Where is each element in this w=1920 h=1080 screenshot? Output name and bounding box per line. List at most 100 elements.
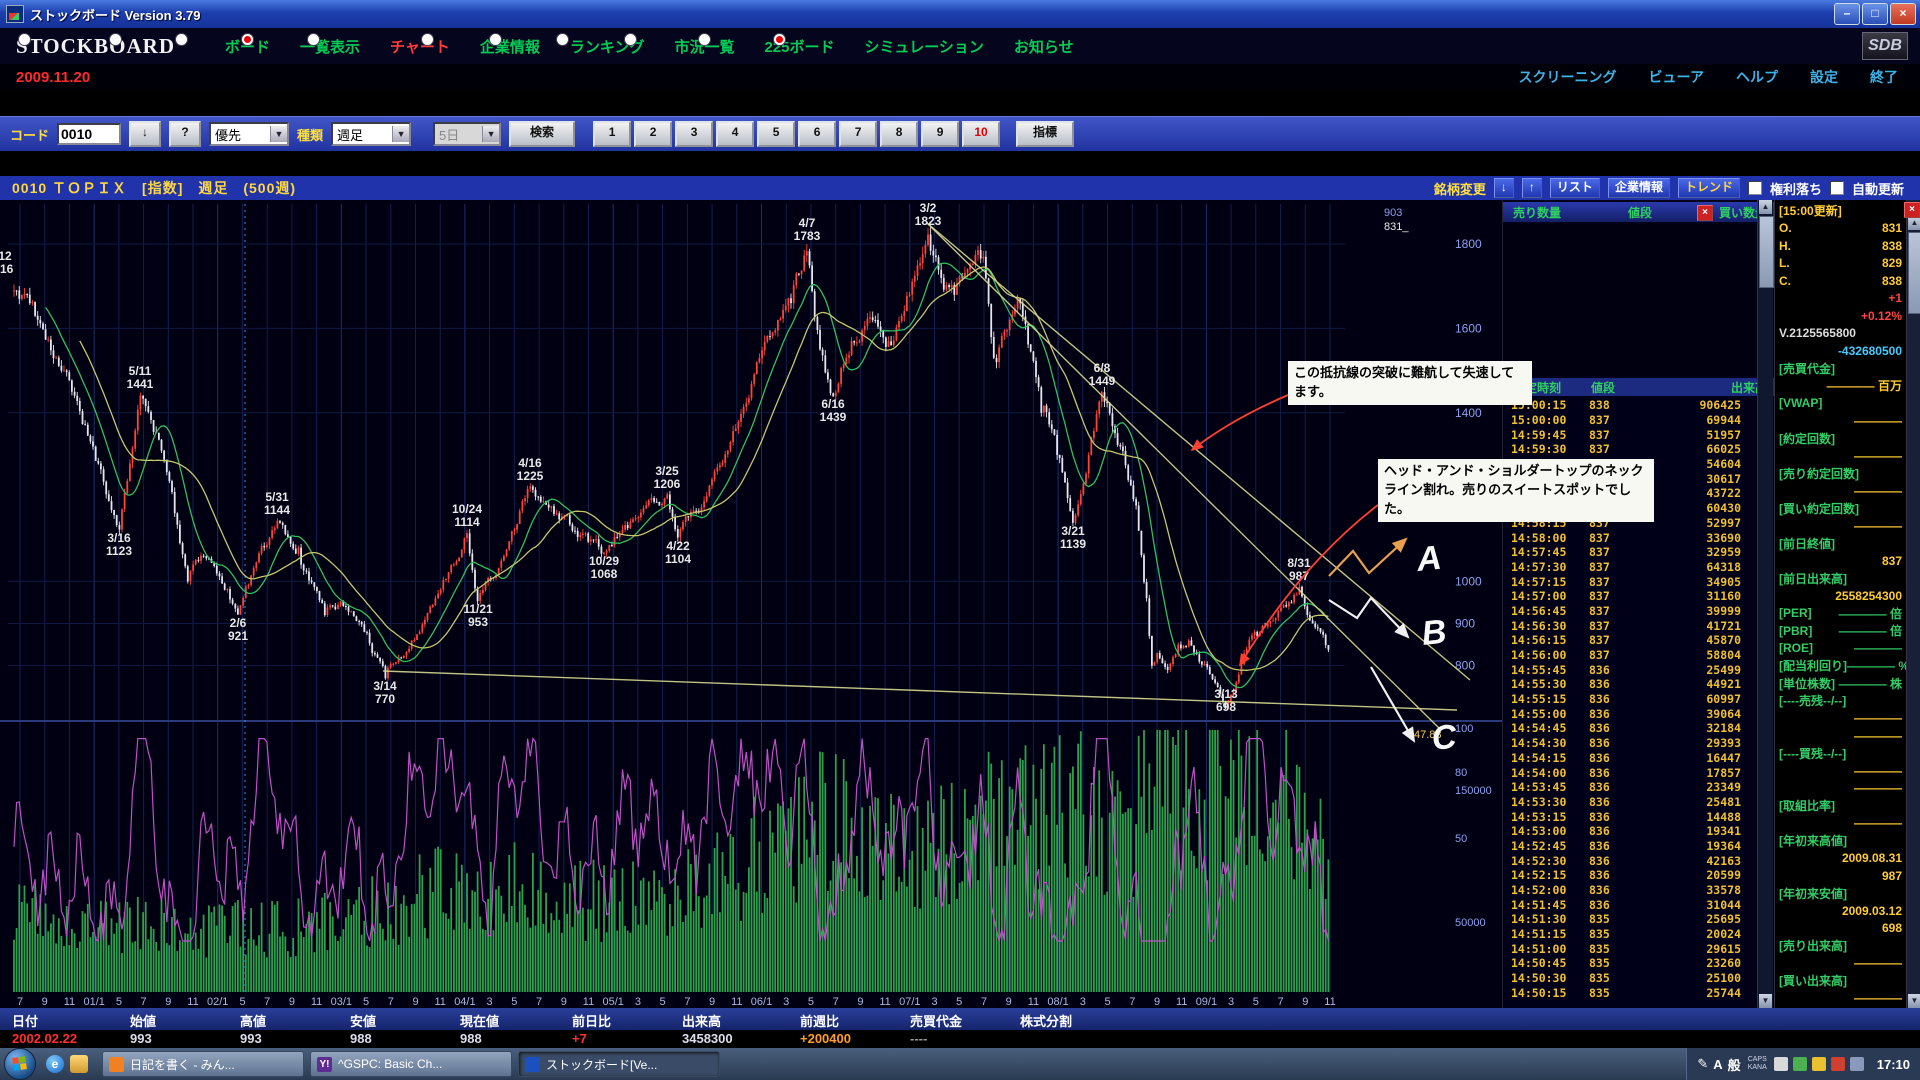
page-button-6[interactable]: 6 <box>798 121 836 147</box>
tick-price: 836 <box>1589 677 1653 691</box>
tray-icon[interactable] <box>1850 1057 1864 1071</box>
taskbar-clock[interactable]: 17:10 <box>1871 1057 1910 1072</box>
quote-label: V.2125565800 <box>1779 326 1856 340</box>
ime-indicator[interactable]: ✎ A 般 <box>1697 1055 1740 1074</box>
svg-text:831_: 831_ <box>1384 221 1409 233</box>
tick-volume: 31044 <box>1706 898 1757 912</box>
quote-row: ―――― <box>1775 727 1906 745</box>
tick-price: 836 <box>1589 707 1653 721</box>
tray-icon[interactable] <box>1774 1057 1788 1071</box>
page-button-2[interactable]: 2 <box>634 121 672 147</box>
tick-price: 836 <box>1589 898 1653 912</box>
tick-volume: 31160 <box>1706 589 1757 603</box>
chart-annotation-neckline: ヘッド・アンド・ショルダートップのネックライン割れ。売りのスイートスポットでした… <box>1378 459 1654 522</box>
trend-button[interactable]: トレンド <box>1678 178 1740 198</box>
quote-row: 837 <box>1775 552 1906 570</box>
page-button-7[interactable]: 7 <box>839 121 877 147</box>
sdb-logo: SDB <box>1862 32 1908 60</box>
tick-volume: 25695 <box>1706 912 1757 926</box>
tick-price: 835 <box>1589 971 1653 985</box>
taskbar-window-label: ストックボード[Ve... <box>546 1056 657 1073</box>
quote-row: [----買残--/--] <box>1775 745 1906 763</box>
list-button[interactable]: リスト <box>1550 178 1600 198</box>
stock-chart[interactable]: 791101/15791102/15791103/15791104/135791… <box>0 200 1502 1008</box>
period-dropdown[interactable]: 5日 ▼ <box>433 122 501 146</box>
tick-volume: 42163 <box>1706 854 1757 868</box>
symbol-up-button[interactable]: ↑ <box>1522 178 1542 198</box>
page-button-4[interactable]: 4 <box>716 121 754 147</box>
help-button[interactable]: ? <box>169 121 201 147</box>
taskbar-window-button[interactable]: Y!^GSPC: Basic Ch... <box>310 1051 512 1077</box>
utility-設定[interactable]: 設定 <box>1810 67 1838 87</box>
page-button-9[interactable]: 9 <box>921 121 959 147</box>
svg-text:11: 11 <box>879 996 890 1008</box>
tick-row: 14:57:0083731160 <box>1503 589 1757 604</box>
corp-info-button[interactable]: 企業情報 <box>1608 178 1670 198</box>
indicator-button[interactable]: 指標 <box>1016 121 1074 147</box>
quote-value: 831 <box>1882 221 1902 235</box>
menu-item-シミュレーション[interactable]: シミュレーション <box>865 36 984 57</box>
auto-update-checkbox[interactable] <box>1830 181 1844 195</box>
page-button-5[interactable]: 5 <box>757 121 795 147</box>
code-spin-button[interactable]: ↓ <box>129 121 161 147</box>
menu-item-お知らせ[interactable]: お知らせ <box>1014 36 1074 57</box>
tick-volume: 34905 <box>1706 575 1757 589</box>
taskbar-window-button[interactable]: ストックボード[Ve... <box>518 1051 720 1077</box>
tick-row: 14:54:4583632184 <box>1503 721 1757 736</box>
utility-ヘルプ[interactable]: ヘルプ <box>1736 67 1778 87</box>
quote-value: ―――― <box>1854 729 1902 743</box>
tick-time: 14:55:30 <box>1503 677 1589 691</box>
taskbar-window-button[interactable]: 日記を書く - みん... <box>102 1051 304 1077</box>
page-button-8[interactable]: 8 <box>880 121 918 147</box>
close-button[interactable]: × <box>1890 3 1916 25</box>
chart-area[interactable]: 791101/15791102/15791103/15791104/135791… <box>0 200 1502 1008</box>
quote-row: L.829 <box>1775 255 1906 273</box>
folder-icon[interactable] <box>70 1055 88 1073</box>
scroll-up-icon[interactable]: ▲ <box>1908 216 1920 230</box>
tick-volume: 25100 <box>1706 971 1757 985</box>
svg-text:7: 7 <box>981 996 987 1008</box>
symbol-down-button[interactable]: ↓ <box>1494 178 1514 198</box>
search-button[interactable]: 検索 <box>509 121 575 147</box>
code-input[interactable] <box>57 123 121 145</box>
caps-label: CAPS <box>1748 1056 1767 1063</box>
page-button-10[interactable]: 10 <box>962 121 1000 147</box>
page-button-1[interactable]: 1 <box>593 121 631 147</box>
utility-ビューア[interactable]: ビューア <box>1649 67 1704 87</box>
svg-text:02/1: 02/1 <box>207 996 228 1008</box>
ex-rights-checkbox[interactable] <box>1748 181 1762 195</box>
utility-終了[interactable]: 終了 <box>1870 67 1898 87</box>
scroll-down-icon[interactable]: ▼ <box>1759 994 1772 1008</box>
quote-row: ―――― <box>1775 517 1906 535</box>
quote-label: [PER] <box>1779 606 1812 620</box>
tick-list-scrollbar[interactable]: ▲ ▼ <box>1757 200 1773 1008</box>
svg-text:9: 9 <box>857 996 863 1008</box>
ohlc-header-売買代金: 売買代金 <box>910 1011 962 1030</box>
tick-row: 14:52:3083642163 <box>1503 853 1757 868</box>
priority-dropdown[interactable]: 優先 ▼ <box>209 122 289 146</box>
tick-row: 15:00:0083769944 <box>1503 413 1757 428</box>
quote-value: 2558254300 <box>1835 589 1902 603</box>
quote-row: [単位株数]―――― 株 <box>1775 675 1906 693</box>
utility-スクリーニング[interactable]: スクリーニング <box>1519 67 1617 87</box>
tick-price: 836 <box>1589 824 1653 838</box>
tick-time: 14:55:00 <box>1503 707 1589 721</box>
quote-panel-scrollbar[interactable]: ▲ ▼ <box>1906 200 1920 1008</box>
tray-icon[interactable] <box>1831 1057 1845 1071</box>
panel-close-icon[interactable]: × <box>1697 205 1713 221</box>
maximize-button[interactable]: □ <box>1862 3 1888 25</box>
scroll-up-icon[interactable]: ▲ <box>1759 200 1772 214</box>
scroll-thumb[interactable] <box>1908 232 1920 314</box>
scroll-down-icon[interactable]: ▼ <box>1908 994 1920 1008</box>
panel-close-icon[interactable]: × <box>1904 202 1920 218</box>
start-button[interactable] <box>4 1048 36 1080</box>
page-button-3[interactable]: 3 <box>675 121 713 147</box>
type-dropdown[interactable]: 週足 ▼ <box>331 122 411 146</box>
minimize-button[interactable]: – <box>1834 3 1860 25</box>
browser-icon[interactable]: e <box>46 1055 64 1073</box>
svg-text:3: 3 <box>783 996 789 1008</box>
menu-item-チャート[interactable]: チャート <box>390 36 450 57</box>
scroll-thumb[interactable] <box>1759 216 1774 288</box>
tray-icon[interactable] <box>1812 1057 1826 1071</box>
tray-icon[interactable] <box>1793 1057 1807 1071</box>
